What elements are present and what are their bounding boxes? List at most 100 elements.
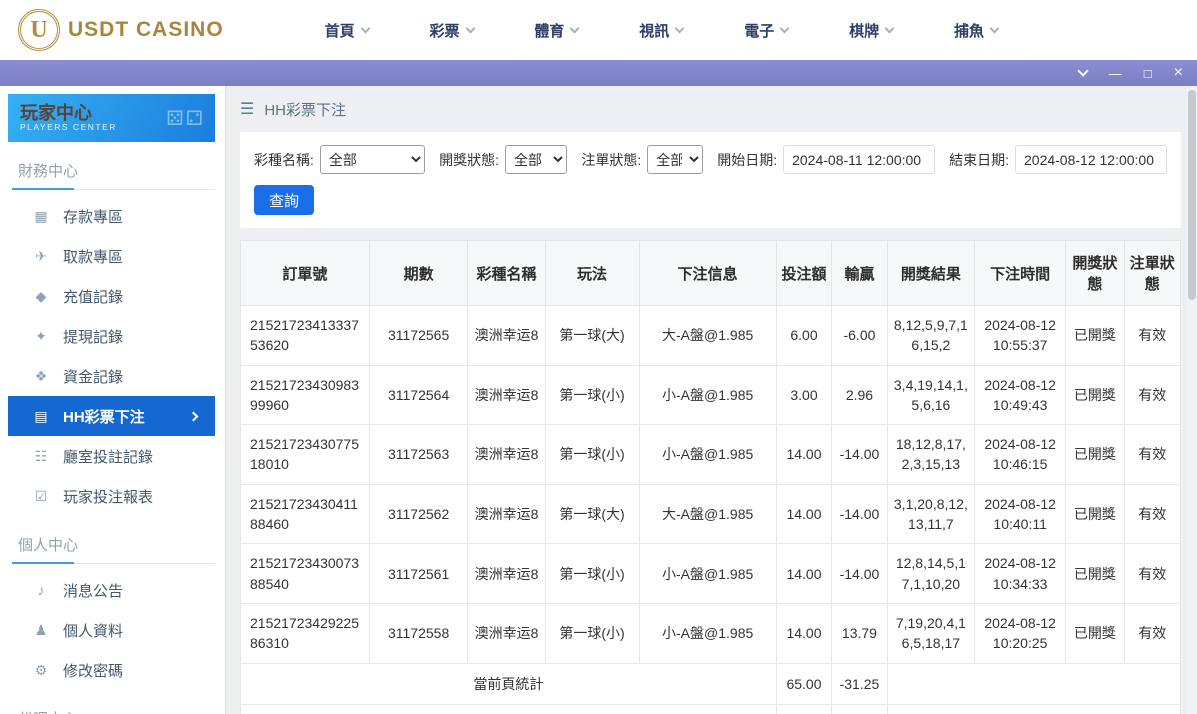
cell-draw-result: 8,12,5,9,7,16,15,2 [887, 306, 974, 366]
section-title: 財務中心 [12, 154, 215, 190]
sidebar-item[interactable]: ❖ 資金記錄 [8, 356, 215, 396]
summary-label: 當前頁統計 [241, 663, 777, 704]
cell-order-status: 有效 [1124, 365, 1180, 425]
sidebar-item[interactable]: ◆ 充值記錄 [8, 276, 215, 316]
sidebar-section: 財務中心 ▦ 存款專區 ✈ 取款專區 ◆ 充值記錄 ✦ 提現記錄 ❖ 資金記錄 … [8, 154, 225, 516]
table-row[interactable]: 2152172343077518010 31172563 澳洲幸运8 第一球(小… [241, 425, 1181, 485]
table-row[interactable]: 2152172343098399960 31172564 澳洲幸运8 第一球(小… [241, 365, 1181, 425]
sidebar-section: 代理中心 [8, 702, 225, 714]
cell-bet-time: 2024-08-12 10:46:15 [975, 425, 1066, 485]
sidebar-item-label: HH彩票下注 [63, 406, 177, 427]
logo[interactable]: U USDT CASINO [18, 9, 224, 51]
cell-bet-time: 2024-08-12 10:55:37 [975, 306, 1066, 366]
cell-order-status: 有效 [1124, 306, 1180, 366]
table-header-row: 訂單號 期數 彩種名稱 玩法 下注信息 投注額 輸贏 開獎結果 下注時間 開獎狀… [241, 241, 1181, 306]
sidebar-item[interactable]: ♪ 消息公告 [8, 570, 215, 610]
cell-bet-info: 小-A盤@1.985 [639, 603, 776, 663]
nav-menu-item[interactable]: 捕魚 [954, 20, 998, 41]
col-bet-amount: 投注額 [776, 241, 831, 306]
draw-status-select[interactable]: 全部 [505, 145, 567, 174]
sidebar-item[interactable]: ⚙ 修改密碼 [8, 650, 215, 690]
scrollbar-thumb[interactable] [1188, 90, 1196, 300]
sidebar-item[interactable]: ✦ 提現記錄 [8, 316, 215, 356]
nav-menu-item[interactable]: 電子 [744, 20, 788, 41]
cell-bet-amount: 6.00 [776, 306, 831, 366]
summary-empty [887, 704, 1180, 714]
sidebar-item[interactable]: ☷ 廳室投註記錄 [8, 436, 215, 476]
cell-winloss: -14.00 [832, 425, 887, 485]
sidebar-item[interactable]: ☑ 玩家投注報表 [8, 476, 215, 516]
cell-period: 31172558 [369, 603, 468, 663]
maximize-button[interactable]: □ [1144, 67, 1152, 80]
cell-order-status: 有效 [1124, 544, 1180, 604]
cell-winloss: -14.00 [832, 484, 887, 544]
cell-period: 31172565 [369, 306, 468, 366]
nav-menu-item-label: 視訊 [639, 20, 669, 41]
nav-menu-item-label: 電子 [744, 20, 774, 41]
cell-order-no: 2152172343077518010 [241, 425, 370, 485]
end-date-label: 結束日期: [949, 150, 1009, 170]
summary-empty [887, 663, 1180, 704]
cell-period: 31172563 [369, 425, 468, 485]
sidebar-item[interactable]: ▤ HH彩票下注 [8, 396, 215, 436]
start-date-input[interactable] [783, 145, 935, 174]
end-date-input[interactable] [1015, 145, 1167, 174]
dice-decor-icon: ⚄⚁ [166, 106, 205, 131]
nav-menu-item[interactable]: 彩票 [429, 20, 473, 41]
table-row[interactable]: 2152172343007388540 31172561 澳洲幸运8 第一球(小… [241, 544, 1181, 604]
sidebar-item-label: 玩家投注報表 [63, 486, 215, 507]
cell-bet-time: 2024-08-12 10:40:11 [975, 484, 1066, 544]
menu-toggle-icon[interactable]: ☰ [240, 99, 254, 119]
col-bet-time: 下注時間 [975, 241, 1066, 306]
sidebar-item[interactable]: ▦ 存款專區 [8, 196, 215, 236]
cell-bet-amount: 14.00 [776, 544, 831, 604]
chevron-right-icon [189, 411, 199, 421]
start-date-label: 開始日期: [717, 150, 777, 170]
cell-order-status: 有效 [1124, 484, 1180, 544]
cell-bet-amount: 14.00 [776, 603, 831, 663]
nav-menu-item[interactable]: 首頁 [325, 20, 369, 41]
sidebar-item-label: 消息公告 [63, 580, 215, 601]
sidebar-item-label: 取款專區 [63, 246, 215, 267]
cell-order-no: 2152172343041188460 [241, 484, 370, 544]
summary-winloss: -31.25 [832, 663, 887, 704]
summary-label: 總統計 [241, 704, 777, 714]
order-status-select[interactable]: 全部 [647, 145, 703, 174]
cell-period: 31172561 [369, 544, 468, 604]
cell-bet-time: 2024-08-12 10:49:43 [975, 365, 1066, 425]
cell-play-type: 第一球(小) [545, 603, 639, 663]
sidebar-header: 玩家中心 PLAYERS CENTER ⚄⚁ [8, 94, 215, 142]
nav-menu-item[interactable]: 體育 [534, 20, 578, 41]
sidebar-item[interactable]: ♟ 個人資料 [8, 610, 215, 650]
cell-order-no: 2152172341333753620 [241, 306, 370, 366]
nav-menu-item-label: 捕魚 [954, 20, 984, 41]
draw-status-label: 開獎狀態: [439, 150, 499, 170]
search-button[interactable]: 查詢 [254, 185, 314, 215]
cell-bet-info: 小-A盤@1.985 [639, 425, 776, 485]
vertical-scrollbar[interactable] [1187, 86, 1197, 714]
col-winloss: 輸贏 [832, 241, 887, 306]
page-title: HH彩票下注 [264, 99, 346, 120]
minimize-button[interactable]: — [1109, 67, 1122, 80]
cell-order-status: 有效 [1124, 425, 1180, 485]
sidebar-item[interactable]: ✈ 取款專區 [8, 236, 215, 276]
collapse-button[interactable] [1079, 71, 1087, 75]
cell-bet-time: 2024-08-12 10:34:33 [975, 544, 1066, 604]
cell-bet-amount: 3.00 [776, 365, 831, 425]
sidebar-item-label: 存款專區 [63, 206, 215, 227]
nav-menu-item-label: 棋牌 [849, 20, 879, 41]
table-row[interactable]: 2152172343041188460 31172562 澳洲幸运8 第一球(大… [241, 484, 1181, 544]
nav-menu-item[interactable]: 棋牌 [849, 20, 893, 41]
cell-play-type: 第一球(小) [545, 544, 639, 604]
cell-order-no: 2152172343098399960 [241, 365, 370, 425]
cell-winloss: 2.96 [832, 365, 887, 425]
password-icon: ⚙ [32, 662, 50, 679]
chevron-down-icon [570, 23, 580, 33]
lottery-name-select[interactable]: 全部 [320, 145, 425, 174]
table-row[interactable]: 2152172341333753620 31172565 澳洲幸运8 第一球(大… [241, 306, 1181, 366]
close-button[interactable]: × [1174, 65, 1183, 81]
cell-draw-result: 7,19,20,4,16,5,18,17 [887, 603, 974, 663]
table-row[interactable]: 2152172342922586310 31172558 澳洲幸运8 第一球(小… [241, 603, 1181, 663]
nav-menu-item-label: 體育 [534, 20, 564, 41]
nav-menu-item[interactable]: 視訊 [639, 20, 683, 41]
